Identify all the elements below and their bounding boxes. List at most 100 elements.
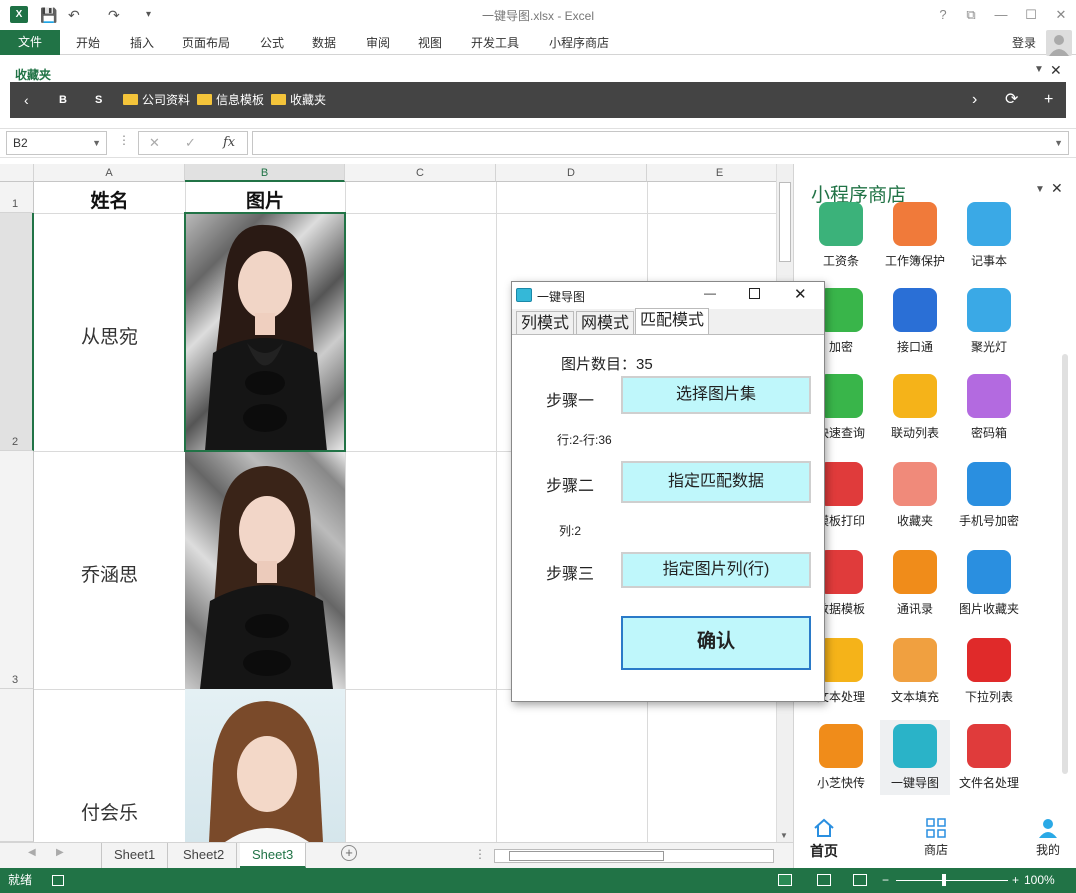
tab-file[interactable]: 文件 [0, 30, 60, 55]
match-data-button[interactable]: 指定匹配数据 [621, 461, 811, 503]
store-app[interactable]: 工作簿保护 [880, 202, 950, 269]
portrait-image[interactable] [185, 689, 345, 842]
tab-developer[interactable]: 开发工具 [471, 34, 519, 51]
column-header-d[interactable]: D [496, 164, 647, 182]
store-app[interactable]: 一键导图 [880, 720, 950, 795]
sheet-tab-1[interactable]: Sheet1 [101, 843, 169, 868]
tab-review[interactable]: 审阅 [366, 34, 390, 51]
store-app[interactable]: 手机号加密 [954, 462, 1024, 529]
store-app[interactable]: 下拉列表 [954, 638, 1024, 705]
store-app[interactable]: 小芝快传 [806, 724, 876, 791]
add-sheet-icon[interactable]: + [341, 845, 357, 861]
tab-home[interactable]: 开始 [76, 34, 100, 51]
page-break-view-icon[interactable] [853, 874, 867, 886]
column-header-e[interactable]: E [647, 164, 793, 182]
row-header-4[interactable] [0, 689, 34, 842]
chevron-down-icon[interactable]: ▼ [92, 132, 101, 154]
zoom-in-icon[interactable]: + [1012, 868, 1019, 893]
tab-data[interactable]: 数据 [312, 34, 336, 51]
tab-page-layout[interactable]: 页面布局 [182, 34, 230, 51]
normal-view-icon[interactable] [778, 874, 792, 886]
scrollbar-thumb[interactable] [779, 182, 791, 262]
macro-record-icon[interactable] [52, 875, 64, 886]
close-button[interactable]: ✕ [1048, 5, 1074, 25]
favorites-close-icon[interactable]: ✕ [1050, 62, 1062, 79]
header-cell-name[interactable]: 姓名 [34, 186, 185, 213]
avatar[interactable] [1046, 30, 1072, 56]
horizontal-scrollbar[interactable] [494, 849, 774, 863]
login-link[interactable]: 登录 [1012, 34, 1036, 51]
portrait-image[interactable] [185, 451, 345, 689]
confirm-button[interactable]: 确认 [621, 616, 811, 670]
refresh-icon[interactable]: ⟳ [1005, 82, 1018, 118]
name-cell[interactable]: 付会乐 [34, 798, 185, 825]
store-app[interactable]: 接口通 [880, 288, 950, 355]
row-header-3[interactable]: 3 [0, 451, 34, 689]
zoom-slider[interactable] [896, 880, 1008, 881]
minimize-button[interactable]: — [988, 5, 1014, 25]
tab-match-mode[interactable]: 匹配模式 [635, 308, 710, 335]
store-app[interactable]: 联动列表 [880, 374, 950, 441]
store-app[interactable]: 收藏夹 [880, 462, 950, 529]
cancel-icon[interactable]: ✕ [149, 132, 160, 154]
dialog-close-button[interactable]: ✕ [794, 285, 807, 303]
name-cell[interactable]: 从思宛 [34, 322, 185, 349]
help-button[interactable]: ? [930, 5, 956, 25]
s-button[interactable]: S [95, 82, 102, 118]
forward-icon[interactable]: › [972, 82, 977, 118]
store-app[interactable]: 密码箱 [954, 374, 1024, 441]
name-box[interactable]: B2 ▼ [6, 131, 107, 155]
page-layout-view-icon[interactable] [817, 874, 831, 886]
column-header-c[interactable]: C [345, 164, 496, 182]
favorite-folder-favorites[interactable]: 收藏夹 [271, 82, 326, 118]
dialog-maximize-button[interactable] [749, 288, 760, 299]
store-app[interactable]: 图片收藏夹 [954, 550, 1024, 617]
scroll-down-icon[interactable]: ▼ [780, 831, 788, 840]
column-header-a[interactable]: A [34, 164, 185, 182]
store-app[interactable]: 聚光灯 [954, 288, 1024, 355]
zoom-slider-thumb[interactable] [942, 874, 946, 886]
store-app[interactable]: 记事本 [954, 202, 1024, 269]
ribbon-display-button[interactable]: ⧉ [958, 5, 984, 25]
sheet-prev-icon[interactable]: ◀ [28, 847, 36, 858]
store-app[interactable]: 工资条 [806, 202, 876, 269]
tab-grid-mode[interactable]: 网模式 [576, 311, 635, 335]
store-app[interactable]: 文本填充 [880, 638, 950, 705]
dialog-minimize-button[interactable]: — [704, 286, 716, 300]
zoom-out-icon[interactable]: − [882, 868, 889, 893]
row-header-1[interactable]: 1 [0, 182, 34, 213]
favorite-folder-company[interactable]: 公司资料 [123, 82, 190, 118]
row-header-2[interactable]: 2 [0, 213, 34, 451]
select-images-button[interactable]: 选择图片集 [621, 376, 811, 414]
chevron-down-icon[interactable]: ▼ [1054, 132, 1063, 154]
store-app[interactable]: 通讯录 [880, 550, 950, 617]
favorite-folder-templates[interactable]: 信息模板 [197, 82, 264, 118]
select-all-corner[interactable] [0, 164, 34, 182]
tab-view[interactable]: 视图 [418, 34, 442, 51]
favorites-dropdown-icon[interactable]: ▼ [1034, 64, 1044, 75]
tab-insert[interactable]: 插入 [130, 34, 154, 51]
nav-mine[interactable]: 我的 [1030, 818, 1066, 858]
back-icon[interactable]: ‹ [24, 82, 29, 118]
sheet-tab-2[interactable]: Sheet2 [171, 843, 238, 868]
store-app[interactable]: 文件名处理 [954, 724, 1024, 791]
maximize-button[interactable]: ☐ [1018, 5, 1044, 25]
sheet-tab-3[interactable]: Sheet3 [240, 843, 307, 868]
sheet-next-icon[interactable]: ▶ [56, 847, 64, 858]
tab-mini-program-store[interactable]: 小程序商店 [549, 34, 609, 51]
scrollbar-thumb[interactable] [509, 851, 664, 861]
bold-button[interactable]: B [59, 82, 67, 118]
formula-input[interactable]: ▼ [252, 131, 1069, 155]
enter-icon[interactable]: ✓ [185, 132, 196, 154]
nav-home[interactable]: 首页 [806, 818, 842, 861]
nav-store[interactable]: 商店 [918, 818, 954, 858]
zoom-level[interactable]: 100% [1024, 868, 1055, 893]
column-header-b[interactable]: B [185, 164, 345, 182]
header-cell-picture[interactable]: 图片 [185, 186, 345, 213]
tab-formulas[interactable]: 公式 [260, 34, 284, 51]
name-cell[interactable]: 乔涵思 [34, 560, 185, 587]
add-icon[interactable]: + [1044, 82, 1053, 118]
tab-column-mode[interactable]: 列模式 [516, 311, 575, 335]
image-column-button[interactable]: 指定图片列(行) [621, 552, 811, 588]
insert-function-icon[interactable]: fx [223, 132, 235, 154]
